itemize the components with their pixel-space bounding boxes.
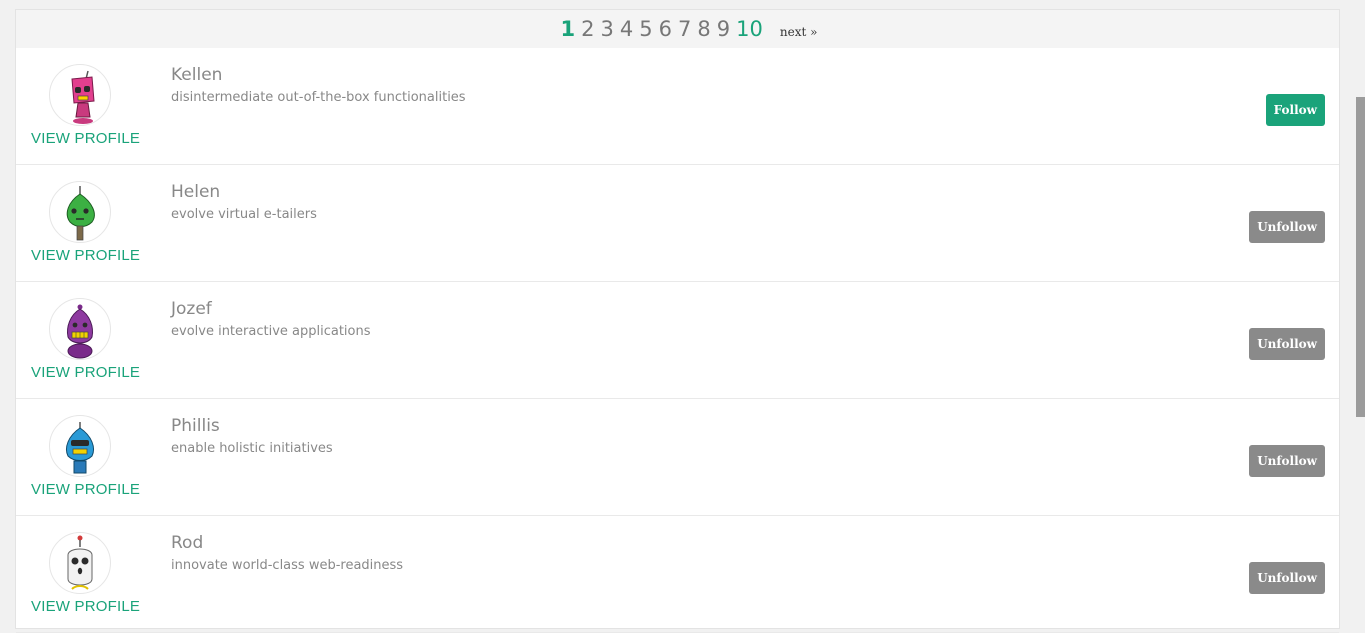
blue-robot-icon[interactable] bbox=[49, 415, 111, 477]
user-name: Phillis bbox=[171, 416, 220, 436]
page-link-7[interactable]: 7 bbox=[678, 10, 691, 48]
view-profile-link[interactable]: VIEW PROFILE bbox=[31, 481, 140, 498]
list-item: VIEW PROFILE Phillis enable holistic ini… bbox=[16, 399, 1339, 516]
purple-robot-icon[interactable] bbox=[49, 298, 111, 360]
page-link-8[interactable]: 8 bbox=[697, 10, 710, 48]
pink-robot-icon[interactable] bbox=[49, 64, 111, 126]
user-name: Helen bbox=[171, 182, 221, 202]
user-list: VIEW PROFILE Kellen disintermediate out-… bbox=[16, 48, 1339, 633]
user-tagline: evolve virtual e-tailers bbox=[171, 207, 317, 222]
unfollow-button[interactable]: Unfollow bbox=[1249, 562, 1325, 594]
page-link-2[interactable]: 2 bbox=[581, 10, 594, 48]
list-item: VIEW PROFILE Jozef evolve interactive ap… bbox=[16, 282, 1339, 399]
page-link-4[interactable]: 4 bbox=[620, 10, 633, 48]
user-list-panel: 1 2 3 4 5 6 7 8 9 10 next » VIEW PROFILE… bbox=[15, 9, 1340, 633]
page-link-6[interactable]: 6 bbox=[659, 10, 672, 48]
user-name: Kellen bbox=[171, 65, 223, 85]
pagination: 1 2 3 4 5 6 7 8 9 10 next » bbox=[16, 10, 1339, 48]
view-profile-link[interactable]: VIEW PROFILE bbox=[31, 247, 140, 264]
page-link-9[interactable]: 9 bbox=[717, 10, 730, 48]
list-item: VIEW PROFILE Kellen disintermediate out-… bbox=[16, 48, 1339, 165]
white-robot-icon[interactable] bbox=[49, 532, 111, 594]
page-link-10[interactable]: 10 bbox=[736, 10, 763, 48]
list-item: VIEW PROFILE Helen evolve virtual e-tail… bbox=[16, 165, 1339, 282]
page-link-1[interactable]: 1 bbox=[561, 10, 576, 48]
scrollbar-thumb[interactable] bbox=[1356, 97, 1365, 417]
user-tagline: innovate world-class web-readiness bbox=[171, 558, 404, 573]
user-name: Rod bbox=[171, 533, 204, 553]
user-name: Jozef bbox=[171, 299, 212, 319]
view-profile-link[interactable]: VIEW PROFILE bbox=[31, 364, 140, 381]
unfollow-button[interactable]: Unfollow bbox=[1249, 211, 1325, 243]
green-robot-icon[interactable] bbox=[49, 181, 111, 243]
view-profile-link[interactable]: VIEW PROFILE bbox=[31, 130, 140, 147]
page-link-3[interactable]: 3 bbox=[601, 10, 614, 48]
unfollow-button[interactable]: Unfollow bbox=[1249, 445, 1325, 477]
next-page-link[interactable]: next » bbox=[780, 25, 818, 39]
follow-button[interactable]: Follow bbox=[1265, 94, 1325, 126]
view-profile-link[interactable]: VIEW PROFILE bbox=[31, 598, 140, 615]
list-item: VIEW PROFILE Rod innovate world-class we… bbox=[16, 516, 1339, 633]
user-tagline: enable holistic initiatives bbox=[171, 441, 333, 456]
user-tagline: evolve interactive applications bbox=[171, 324, 371, 339]
user-tagline: disintermediate out-of-the-box functiona… bbox=[171, 90, 466, 105]
unfollow-button[interactable]: Unfollow bbox=[1249, 328, 1325, 360]
page-link-5[interactable]: 5 bbox=[639, 10, 652, 48]
